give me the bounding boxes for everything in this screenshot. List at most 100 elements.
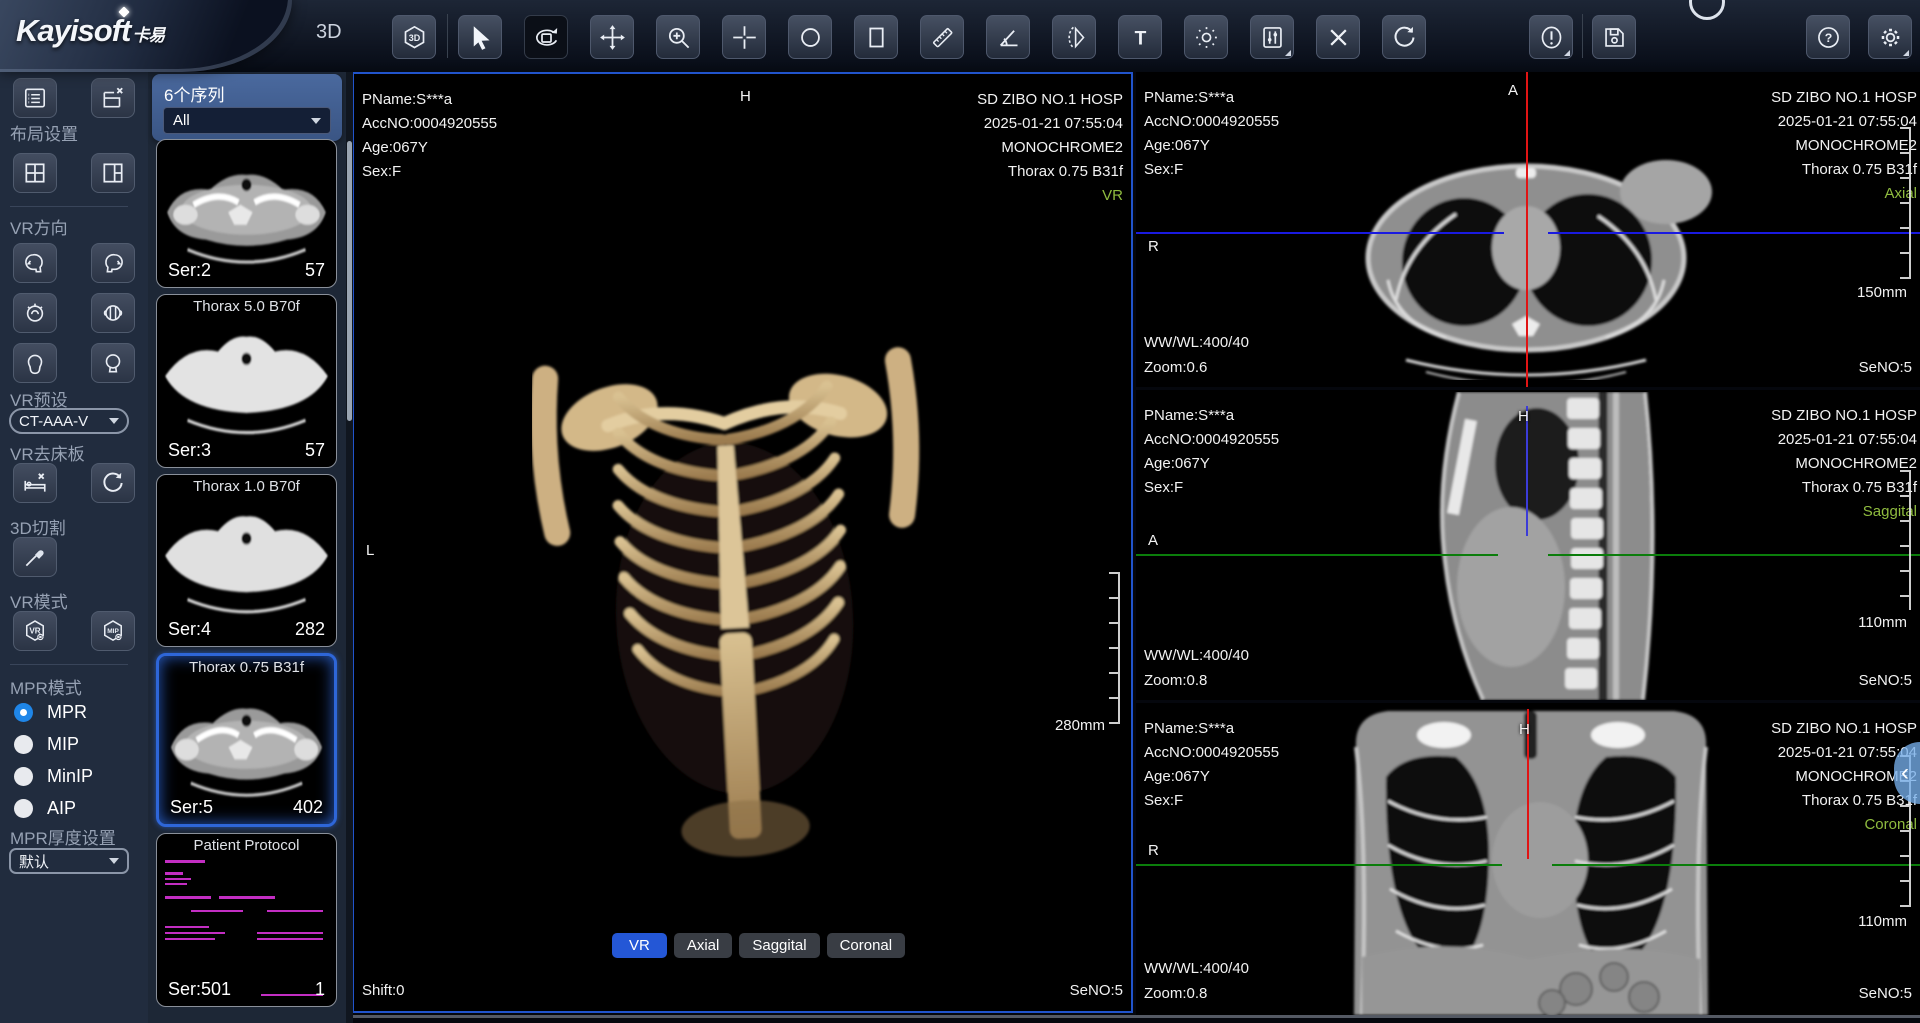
tool-3d-type-button[interactable]: 3D [392,15,436,59]
patient-info: PName:S***aAccNO:0004920555 Age:067YSex:… [1144,717,1279,813]
tool-info-button[interactable] [1529,15,1573,59]
orientation-marker-left: A [1148,532,1158,549]
mpr-thickness-value: 默认 [19,851,49,872]
image-count: 1 [315,979,325,1000]
scale-ruler [1900,127,1911,279]
series-thumbnail-ser5-selected[interactable]: Thorax 0.75 B31f Ser:5 402 [156,653,337,827]
tool-help-button[interactable]: ? [1806,15,1850,59]
orientation-marker-top: H [1519,721,1530,738]
crosshair-vertical-red[interactable] [1526,72,1528,387]
vr-preset-select[interactable]: CT-AAA-V [9,408,129,434]
mpr-mode-radio-mpr[interactable]: MPR [14,702,87,723]
tool-save-button[interactable] [1592,15,1636,59]
tool-cursor-button[interactable] [458,15,502,59]
layout-close-button[interactable] [91,78,135,118]
tool-text-button[interactable]: T [1118,15,1162,59]
wwwl-label: WW/WL:400/40 [1144,957,1249,981]
series-scrollbar[interactable] [346,72,353,1023]
series-description: Thorax 0.75 B31f [159,659,334,676]
layout-grid-button[interactable] [13,153,57,193]
crosshair-horizontal-green[interactable] [1136,864,1502,866]
vr-head-front-button[interactable] [13,343,57,383]
series-number: Ser:2 [168,260,211,281]
vr-viewport[interactable]: PName:S***aAccNO:0004920555 Age:067YSex:… [352,72,1133,1013]
tool-settings-button[interactable] [1868,15,1912,59]
series-no-label: SeNO:5 [1859,982,1912,1006]
zoom-label: Zoom:0.8 [1144,669,1207,693]
mip-mode-button[interactable]: MIP [91,611,135,651]
series-number: Ser:4 [168,619,211,640]
zoom-label: Zoom:0.6 [1144,356,1207,380]
series-thumbnail-ser3[interactable]: Thorax 5.0 B70f Ser:3 57 [156,294,337,468]
view-button-vr[interactable]: VR [612,933,667,958]
left-sidebar: 布局设置 VR方向 VR预设 CT-AAA-V VR去床板 3D切割 VR模式 … [0,72,148,1023]
tool-delete-button[interactable] [1316,15,1360,59]
mpr-mode-radio-mip[interactable]: MIP [14,734,79,755]
patient-info: PName:S***aAccNO:0004920555 Age:067YSex:… [1144,404,1279,500]
mpr-viewport-coronal[interactable]: H R PName:S***aAccNO:0004920555 Age:067Y… [1136,703,1920,1015]
vr-head-bottom-button[interactable] [91,293,135,333]
series-thumbnail-ser4[interactable]: Thorax 1.0 B70f Ser:4 282 [156,474,337,647]
avatar[interactable] [1689,0,1725,20]
tool-ellipse-button[interactable] [788,15,832,59]
crosshair-vertical-blue[interactable] [1526,406,1528,536]
bed-reset-button[interactable] [91,463,135,503]
divider [10,206,128,207]
scrollbar-thumb[interactable] [347,141,352,421]
tool-crosshair-button[interactable] [722,15,766,59]
vr-head-top-button[interactable] [13,293,57,333]
view-button-saggital[interactable]: Saggital [739,933,819,958]
chevron-down-icon [109,858,119,864]
series-thumbnail-ser2[interactable]: Ser:2 57 [156,139,337,288]
series-number: Ser:501 [168,979,231,1000]
vr-mode-button[interactable]: VR [13,611,57,651]
mpr-mode-radio-minip[interactable]: MinIP [14,766,93,787]
vr-head-right-button[interactable] [91,243,135,283]
series-filter-select[interactable]: All [163,107,331,134]
image-count: 57 [305,440,325,461]
divider [10,664,128,665]
series-no-label: SeNO:5 [1859,356,1912,380]
remove-bed-button[interactable] [13,463,57,503]
tool-cobb-angle-button[interactable] [1052,15,1096,59]
mpr-thickness-select[interactable]: 默认 [9,848,129,874]
mpr-viewport-axial[interactable]: A R PName:S***aAccNO:0004920555 Age:067Y… [1136,72,1920,387]
radio-icon [14,735,33,754]
tool-angle-button[interactable] [986,15,1030,59]
tool-zoom-button[interactable] [656,15,700,59]
study-info: SD ZIBO NO.1 HOSP2025-01-21 07:55:04 MON… [1771,404,1917,524]
toolbar-divider [1582,14,1583,58]
layout-list-button[interactable] [13,78,57,118]
series-filter-value: All [173,112,190,129]
patient-info: PName:S***aAccNO:0004920555 Age:067YSex:… [1144,86,1279,182]
series-no-label: SeNO:5 [1070,979,1123,1003]
layout-split-button[interactable] [91,153,135,193]
series-panel: 6个序列 All Ser:2 57 [148,72,346,1023]
mpr-viewport-saggital[interactable]: H A PName:S***aAccNO:0004920555 Age:067Y… [1136,390,1920,700]
tool-adjust-button[interactable] [1250,15,1294,59]
svg-text:T: T [1134,28,1146,49]
tool-reset-button[interactable] [1382,15,1426,59]
scalpel-cut-button[interactable] [13,537,57,577]
mpr-mode-radio-aip[interactable]: AIP [14,798,76,819]
vr-head-back-button[interactable] [91,343,135,383]
crosshair-horizontal-blue[interactable] [1136,232,1504,234]
logo-plate: Kayisoft卡易 [0,0,292,72]
series-thumbnail-ser501[interactable]: Patient Protocol Ser:501 1 [156,833,337,1007]
tool-window-level-button[interactable] [1184,15,1228,59]
view-button-axial[interactable]: Axial [674,933,733,958]
crosshair-horizontal-green[interactable] [1548,554,1920,556]
crosshair-horizontal-green[interactable] [1136,554,1498,556]
plane-label: Saggital [1771,500,1917,524]
view-button-coronal[interactable]: Coronal [827,933,906,958]
series-number: Ser:5 [170,797,213,818]
crosshair-horizontal-blue[interactable] [1548,232,1920,234]
tool-pan-button[interactable] [590,15,634,59]
tool-rotate-button[interactable] [524,15,568,59]
vr-head-left-button[interactable] [13,243,57,283]
tool-ruler-button[interactable] [920,15,964,59]
chevron-down-icon [311,118,321,124]
crosshair-horizontal-green[interactable] [1552,864,1920,866]
tool-rectangle-button[interactable] [854,15,898,59]
ct-image-saggital [1341,392,1733,700]
